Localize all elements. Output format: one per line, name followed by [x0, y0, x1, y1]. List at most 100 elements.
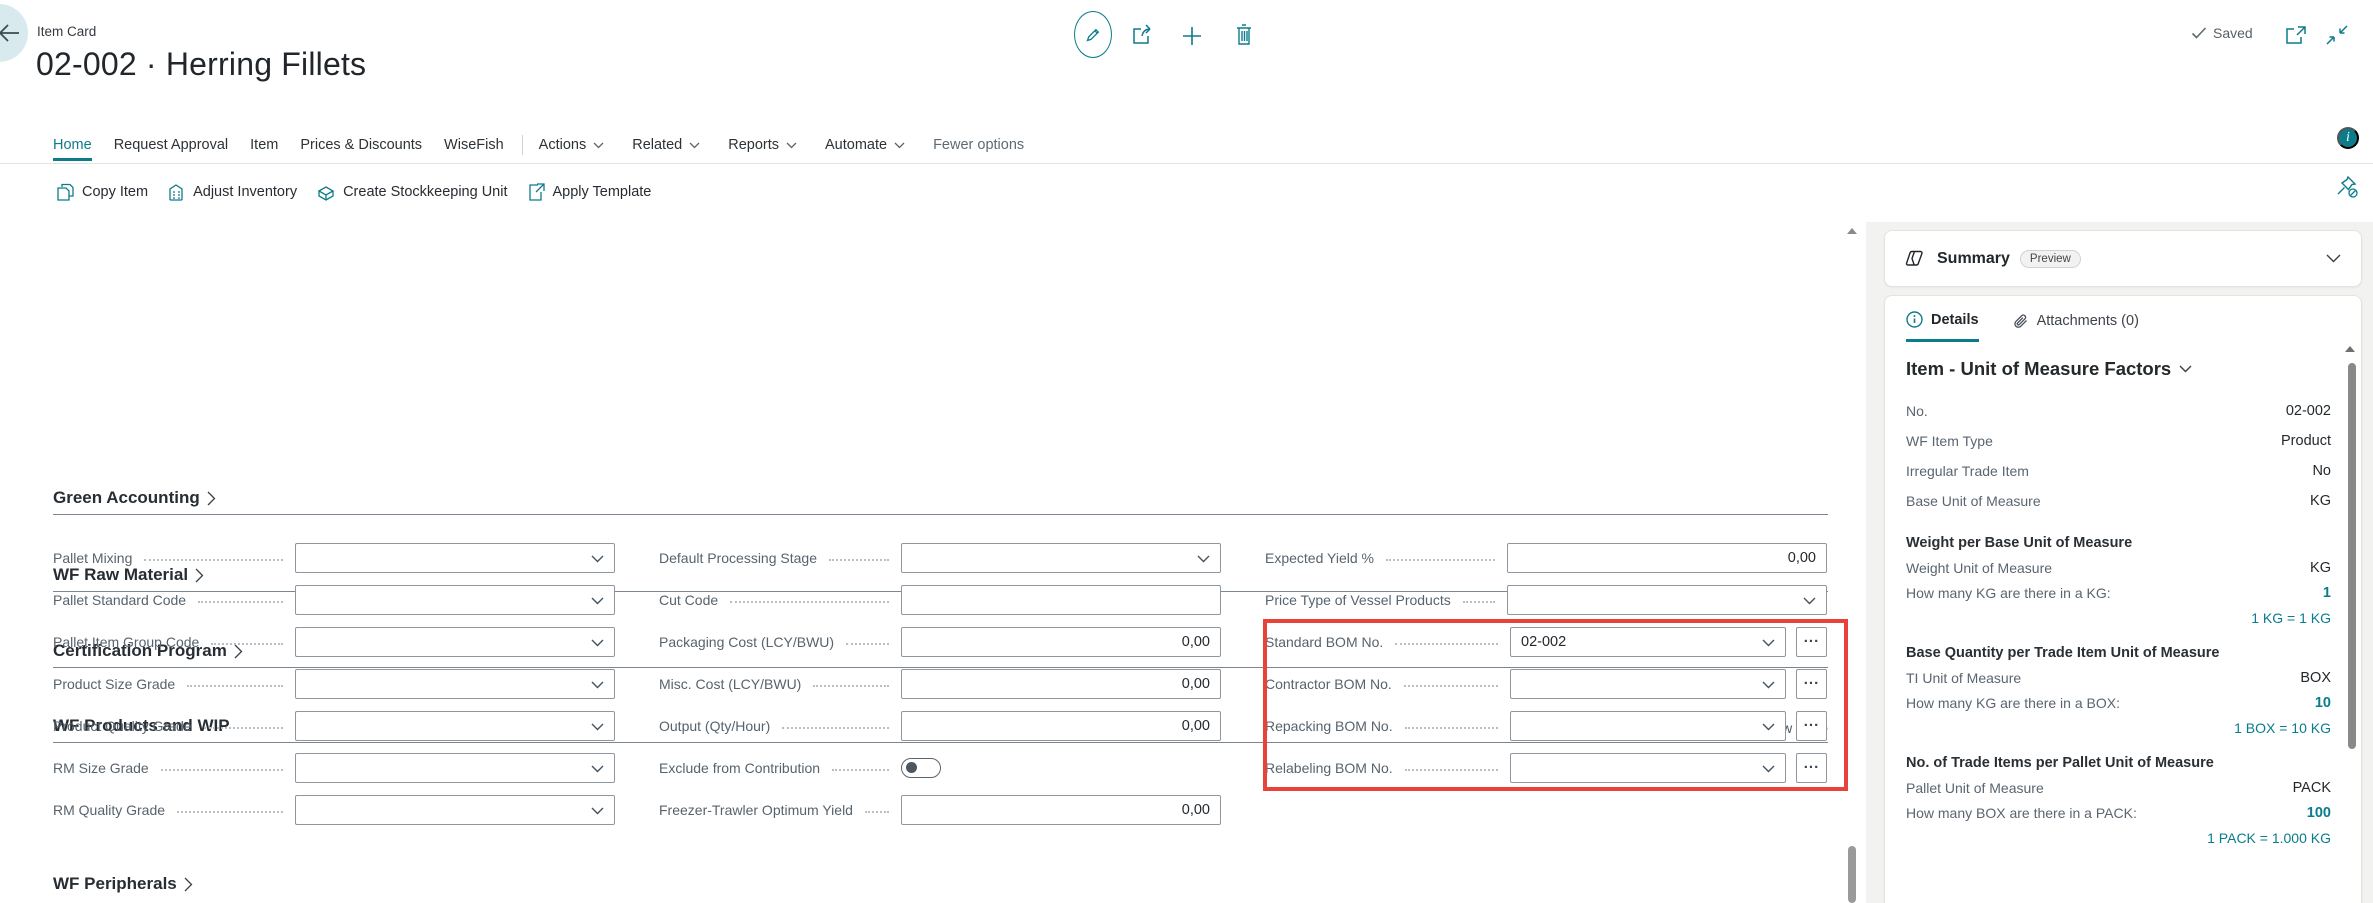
edit-button[interactable] — [1074, 11, 1112, 58]
field-row-output-qty-hour: Output (Qty/Hour) 0,00 — [659, 705, 1221, 747]
relabeling-bom-no-select[interactable] — [1510, 753, 1786, 783]
menu-automate[interactable]: Automate — [825, 137, 905, 153]
chevron-down-icon — [1803, 597, 1816, 605]
chevron-down-icon — [591, 681, 604, 689]
contractor-bom-no-assist-button[interactable]: ... — [1796, 669, 1827, 699]
repacking-bom-no-assist-button[interactable]: ... — [1796, 711, 1827, 741]
freezer-trawler-optimum-yield-input[interactable]: 0,00 — [901, 795, 1221, 825]
check-icon — [2191, 26, 2207, 40]
packaging-cost-input[interactable]: 0,00 — [901, 627, 1221, 657]
info-button[interactable]: i — [2337, 127, 2359, 149]
factbox-tabs: Details Attachments (0) — [1885, 296, 2361, 342]
contractor-bom-no-select[interactable] — [1510, 669, 1786, 699]
field-row-cut-code: Cut Code — [659, 579, 1221, 621]
share-button[interactable] — [1129, 22, 1157, 48]
fewer-options-button[interactable]: Fewer options — [933, 137, 1024, 153]
item-card-page: Item Card 02-002 · Herring Fillets Saved… — [0, 0, 2373, 903]
misc-cost-input[interactable]: 0,00 — [901, 669, 1221, 699]
menu-related[interactable]: Related — [632, 137, 700, 153]
detail-row-weight-uom: Weight Unit of Measure KG — [1906, 555, 2331, 580]
summary-card[interactable]: Summary Preview — [1884, 230, 2362, 287]
tab-home[interactable]: Home — [53, 137, 92, 153]
arrow-left-icon — [0, 23, 20, 43]
summary-title: Summary — [1937, 250, 2010, 268]
chevron-down-icon — [2179, 365, 2192, 373]
section-wf-peripherals-header[interactable]: WF Peripherals — [53, 874, 1828, 894]
exclude-from-contribution-toggle[interactable] — [901, 758, 941, 778]
group-weight-per-base-uom: Weight per Base Unit of Measure Weight U… — [1906, 535, 2331, 626]
tab-prices-discounts[interactable]: Prices & Discounts — [300, 137, 422, 153]
tab-attachments[interactable]: Attachments (0) — [2013, 311, 2139, 342]
cut-code-input[interactable] — [901, 585, 1221, 615]
new-button[interactable] — [1178, 24, 1206, 48]
product-quality-grade-select[interactable] — [295, 711, 615, 741]
panel-scrollbar-thumb[interactable] — [2348, 363, 2356, 749]
details-heading[interactable]: Item - Unit of Measure Factors — [1906, 358, 2331, 380]
price-type-vessel-products-select[interactable] — [1507, 585, 1827, 615]
standard-bom-no-assist-button[interactable]: ... — [1796, 627, 1827, 657]
tab-wisefish[interactable]: WiseFish — [444, 137, 504, 153]
scroll-up-arrow-icon[interactable] — [1847, 228, 1857, 234]
popout-icon — [2285, 25, 2307, 45]
field-row-standard-bom-no: Standard BOM No. 02-002 ... — [1265, 621, 1827, 663]
expected-yield-input[interactable]: 0,00 — [1507, 543, 1827, 573]
collapse-window-button[interactable] — [2324, 24, 2350, 46]
chevron-down-icon — [591, 639, 604, 647]
trash-icon — [1234, 23, 1254, 47]
adjust-inventory-button[interactable]: Adjust Inventory — [168, 183, 297, 201]
field-row-default-processing-stage: Default Processing Stage — [659, 537, 1221, 579]
equation-pack: 1 PACK = 1.000 KG — [1906, 825, 2331, 846]
chevron-down-icon[interactable] — [2326, 254, 2341, 263]
app-caption: Item Card — [37, 24, 96, 39]
create-stockkeeping-unit-button[interactable]: Create Stockkeeping Unit — [317, 183, 507, 201]
group-trade-items-per-pallet-uom: No. of Trade Items per Pallet Unit of Me… — [1906, 755, 2331, 846]
section-green-accounting-header[interactable]: Green Accounting — [53, 488, 1828, 508]
menu-reports[interactable]: Reports — [728, 137, 797, 153]
pallet-mixing-select[interactable] — [295, 543, 615, 573]
chevron-down-icon — [591, 807, 604, 815]
menu-actions[interactable]: Actions — [539, 137, 605, 153]
field-row-pallet-mixing: Pallet Mixing — [53, 537, 615, 579]
field-row-price-type-vessel-products: Price Type of Vessel Products — [1265, 579, 1827, 621]
section-green-accounting: Green Accounting — [53, 488, 1828, 515]
field-row-relabeling-bom-no: Relabeling BOM No. ... — [1265, 747, 1827, 789]
rm-quality-grade-select[interactable] — [295, 795, 615, 825]
relabeling-bom-no-assist-button[interactable]: ... — [1796, 753, 1827, 783]
detail-row-ti-uom: TI Unit of Measure BOX — [1906, 665, 2331, 690]
chevron-down-icon — [591, 597, 604, 605]
unpin-button[interactable] — [2334, 174, 2360, 200]
main-content: Green Accounting WF Raw Material Certifi… — [0, 222, 1866, 903]
tab-item[interactable]: Item — [250, 137, 278, 153]
output-qty-hour-input[interactable]: 0,00 — [901, 711, 1221, 741]
apply-template-button[interactable]: Apply Template — [528, 183, 652, 201]
default-processing-stage-select[interactable] — [901, 543, 1221, 573]
panel-scroll-up-arrow-icon[interactable] — [2345, 346, 2355, 352]
equation-box: 1 BOX = 10 KG — [1906, 715, 2331, 736]
field-row-rm-quality-grade: RM Quality Grade — [53, 789, 615, 831]
standard-bom-no-select[interactable]: 02-002 — [1510, 627, 1786, 657]
delete-button[interactable] — [1232, 22, 1256, 48]
main-scrollbar-thumb[interactable] — [1848, 846, 1856, 903]
field-row-exclude-from-contribution: Exclude from Contribution — [659, 747, 1221, 789]
main-scrollbar[interactable] — [1845, 224, 1859, 903]
detail-row-wf-item-type: WF Item Type Product — [1906, 426, 2331, 456]
pallet-item-group-code-select[interactable] — [295, 627, 615, 657]
back-button[interactable] — [0, 4, 28, 62]
chevron-down-icon — [1762, 765, 1775, 773]
tab-request-approval[interactable]: Request Approval — [114, 137, 228, 153]
tab-details[interactable]: Details — [1906, 311, 1979, 342]
share-icon — [1130, 23, 1156, 47]
details-card: Details Attachments (0) Item - Unit of M… — [1884, 295, 2362, 903]
preview-badge: Preview — [2020, 250, 2081, 268]
open-in-new-window-button[interactable] — [2284, 24, 2308, 46]
pallet-standard-code-select[interactable] — [295, 585, 615, 615]
save-status: Saved — [2191, 25, 2253, 41]
product-size-grade-select[interactable] — [295, 669, 615, 699]
equation-kg: 1 KG = 1 KG — [1906, 605, 2331, 626]
rm-size-grade-select[interactable] — [295, 753, 615, 783]
tabs-divider — [522, 135, 523, 155]
copy-icon — [57, 183, 74, 201]
copy-item-button[interactable]: Copy Item — [57, 183, 148, 201]
detail-row-kg-in-kg: How many KG are there in a KG: 1 — [1906, 580, 2331, 605]
repacking-bom-no-select[interactable] — [1510, 711, 1786, 741]
